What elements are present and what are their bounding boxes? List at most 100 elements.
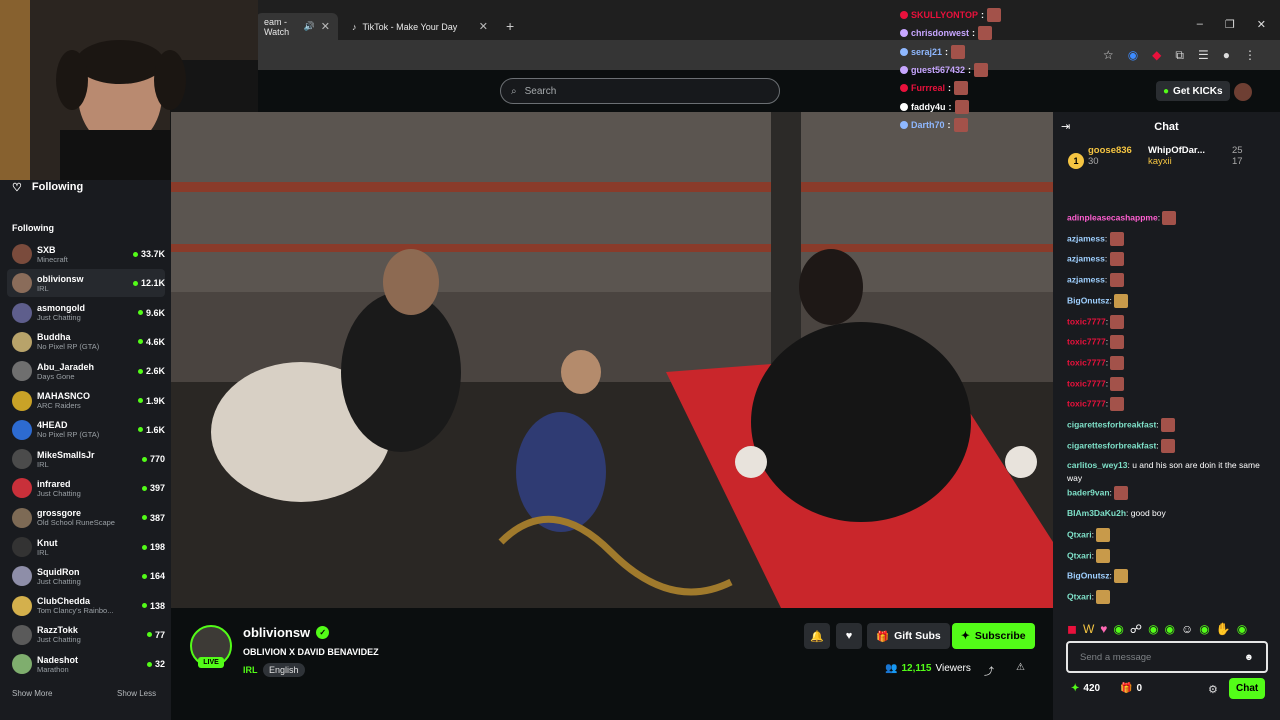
reading-list-icon[interactable]: ☰ — [1198, 48, 1209, 63]
bookmark-star-icon[interactable]: ☆ — [1103, 48, 1114, 63]
profile-icon[interactable]: ● — [1223, 48, 1230, 63]
chat-username[interactable]: toxic7777 — [1067, 357, 1106, 367]
sidebar-channel-knut[interactable]: Knut IRL 198 — [7, 533, 165, 561]
emote-icon[interactable]: ◉ — [1237, 622, 1247, 636]
emote-icon[interactable]: ☺ — [1181, 622, 1193, 636]
chat-message: toxic7777: — [1067, 397, 1267, 412]
sidebar-channel-oblivionsw[interactable]: oblivionsw IRL 12.1K — [7, 269, 165, 298]
bell-icon: 🔔 — [810, 630, 824, 643]
chat-username[interactable]: bader9van — [1067, 488, 1110, 498]
gifter-amount: 17 — [1232, 156, 1243, 167]
top-gifter[interactable]: goose836 30 — [1088, 145, 1144, 187]
gift-balance[interactable]: 🎁 0 — [1120, 683, 1142, 694]
browser-tab[interactable]: ♪ TikTok - Make Your Day ✕ — [344, 13, 496, 40]
sidebar-channel-mikesmallsjr[interactable]: MikeSmallsJr IRL 770 — [7, 445, 165, 473]
close-window-button[interactable]: ✕ — [1257, 18, 1266, 31]
maximize-button[interactable]: ❐ — [1225, 18, 1235, 31]
channel-viewers: 77 — [146, 630, 165, 640]
sidebar-channel-squidron[interactable]: SquidRon Just Chatting 164 — [7, 562, 165, 590]
show-more-button[interactable]: Show More — [12, 689, 52, 698]
emote-icon[interactable]: ☍ — [1130, 622, 1142, 636]
search-input[interactable]: ⌕ Search — [500, 78, 780, 104]
chat-username[interactable]: BigOnutsz — [1067, 570, 1110, 580]
channel-name: Knut — [37, 537, 58, 548]
sidebar-channel-infrared[interactable]: infrared Just Chatting 397 — [7, 474, 165, 502]
emote-icon[interactable]: ◉ — [1113, 622, 1123, 636]
kicks-balance[interactable]: ✦ 420 — [1071, 683, 1100, 694]
following-toggle[interactable]: ♡ Following — [12, 180, 83, 194]
chat-username[interactable]: Qtxari — [1067, 529, 1092, 539]
channel-avatar — [12, 361, 32, 382]
channel-name: SXB — [37, 244, 56, 255]
emote-icon[interactable]: W — [1083, 622, 1094, 636]
puzzle-icon[interactable]: ⧉ — [1175, 48, 1184, 63]
subscribe-button[interactable]: ✦ Subscribe — [952, 623, 1035, 649]
report-icon[interactable]: ⚠ — [1016, 662, 1025, 673]
user-avatar[interactable] — [1234, 83, 1252, 101]
menu-icon[interactable]: ⋮ — [1244, 48, 1256, 63]
video-player[interactable] — [171, 112, 1053, 608]
browser-tab-active[interactable]: eam - Watch 🔊 ✕ — [256, 13, 338, 40]
emoji-icon[interactable]: ☻ — [1244, 652, 1254, 663]
close-tab-icon[interactable]: ✕ — [321, 20, 330, 33]
sidebar-channel-sxb[interactable]: SXB Minecraft 33.7K — [7, 240, 165, 268]
chat-username[interactable]: azjamess — [1067, 254, 1105, 264]
chat-username[interactable]: BigOnutsz — [1067, 295, 1110, 305]
emote-icon[interactable]: ♥ — [1100, 622, 1107, 636]
channel-avatar — [12, 566, 32, 587]
streamer-name[interactable]: oblivionsw ✓ — [243, 625, 330, 640]
gift-subs-button[interactable]: 🎁 Gift Subs — [867, 623, 950, 649]
channel-avatar — [12, 478, 32, 499]
chat-username[interactable]: Qtxari — [1067, 591, 1092, 601]
sidebar-channel-grossgore[interactable]: grossgore Old School RuneScape 387 — [7, 504, 165, 532]
emote-icon[interactable]: ◉ — [1148, 622, 1158, 636]
top-gifter[interactable]: WhipOfDar... kayxii — [1148, 145, 1228, 187]
sidebar-channel-nadeshot[interactable]: Nadeshot Marathon 32 — [7, 650, 165, 678]
send-chat-button[interactable]: Chat — [1229, 678, 1266, 699]
chat-username[interactable]: toxic7777 — [1067, 316, 1106, 326]
chat-username[interactable]: Qtxari — [1067, 550, 1092, 560]
emote-icon[interactable]: ✋ — [1216, 622, 1231, 636]
channel-viewer-count: 198 — [149, 542, 165, 552]
stream-language-tag[interactable]: English — [263, 663, 305, 677]
sidebar-channel-clubchedda[interactable]: ClubChedda Tom Clancy's Rainbo... 138 — [7, 592, 165, 620]
minimize-button[interactable]: – — [1197, 18, 1203, 31]
close-tab-icon[interactable]: ✕ — [479, 20, 488, 33]
sidebar-channel-abu_jaradeh[interactable]: Abu_Jaradeh Days Gone 2.6K — [7, 357, 165, 385]
sidebar-channel-4head[interactable]: 4HEAD No Pixel RP (GTA) 1.6K — [7, 416, 165, 444]
chat-username[interactable]: toxic7777 — [1067, 336, 1106, 346]
extension-icon[interactable]: ◆ — [1152, 48, 1161, 63]
chat-username[interactable]: carlitos_wey13 — [1067, 460, 1127, 470]
sidebar-channel-buddha[interactable]: Buddha No Pixel RP (GTA) 4.6K — [7, 328, 165, 356]
chat-username[interactable]: toxic7777 — [1067, 399, 1106, 409]
emote-icon[interactable]: ◉ — [1199, 622, 1209, 636]
chat-username[interactable]: adinpleasecashappme — [1067, 212, 1158, 222]
sidebar-channel-razztokk[interactable]: RazzTokk Just Chatting 77 — [7, 621, 165, 649]
following-toggle-label: Following — [31, 181, 84, 193]
show-less-button[interactable]: Show Less — [117, 689, 156, 698]
chat-username[interactable]: toxic7777 — [1067, 378, 1106, 388]
stream-category[interactable]: IRL — [243, 665, 258, 675]
streamer-name-text[interactable]: oblivionsw — [243, 625, 310, 640]
chat-username[interactable]: cigarettesforbreakfast — [1067, 440, 1156, 450]
chat-settings-icon[interactable]: ⚙ — [1208, 683, 1218, 696]
new-tab-button[interactable]: + — [506, 18, 514, 34]
chat-message-input[interactable]: Send a message ☻ — [1066, 641, 1268, 673]
speaker-icon[interactable]: 🔊 — [304, 21, 315, 32]
notification-bell-button[interactable]: 🔔 — [804, 623, 830, 649]
chat-username[interactable]: cigarettesforbreakfast — [1067, 419, 1156, 429]
emote-icon — [1109, 252, 1124, 267]
emote-icon[interactable]: ◉ — [1165, 622, 1175, 636]
chat-username[interactable]: azjamess — [1067, 274, 1105, 284]
sidebar-channel-mahasnco[interactable]: MAHASNCO ARC Raiders 1.9K — [7, 387, 165, 415]
channel-viewers: 770 — [141, 454, 165, 464]
sidebar-channel-asmongold[interactable]: asmongold Just Chatting 9.6K — [7, 299, 165, 327]
chat-username[interactable]: BIAm3DaKu2h — [1067, 508, 1126, 518]
follow-heart-button[interactable]: ♥ — [836, 623, 862, 649]
extension-icon[interactable]: ◉ — [1128, 48, 1138, 63]
get-kicks-button[interactable]: ● Get KICKs — [1156, 81, 1230, 101]
share-icon[interactable]: ⤴ — [984, 663, 994, 678]
live-dot-icon — [141, 603, 147, 609]
emote-icon[interactable]: ◼ — [1067, 622, 1077, 636]
chat-username[interactable]: azjamess — [1067, 233, 1105, 243]
